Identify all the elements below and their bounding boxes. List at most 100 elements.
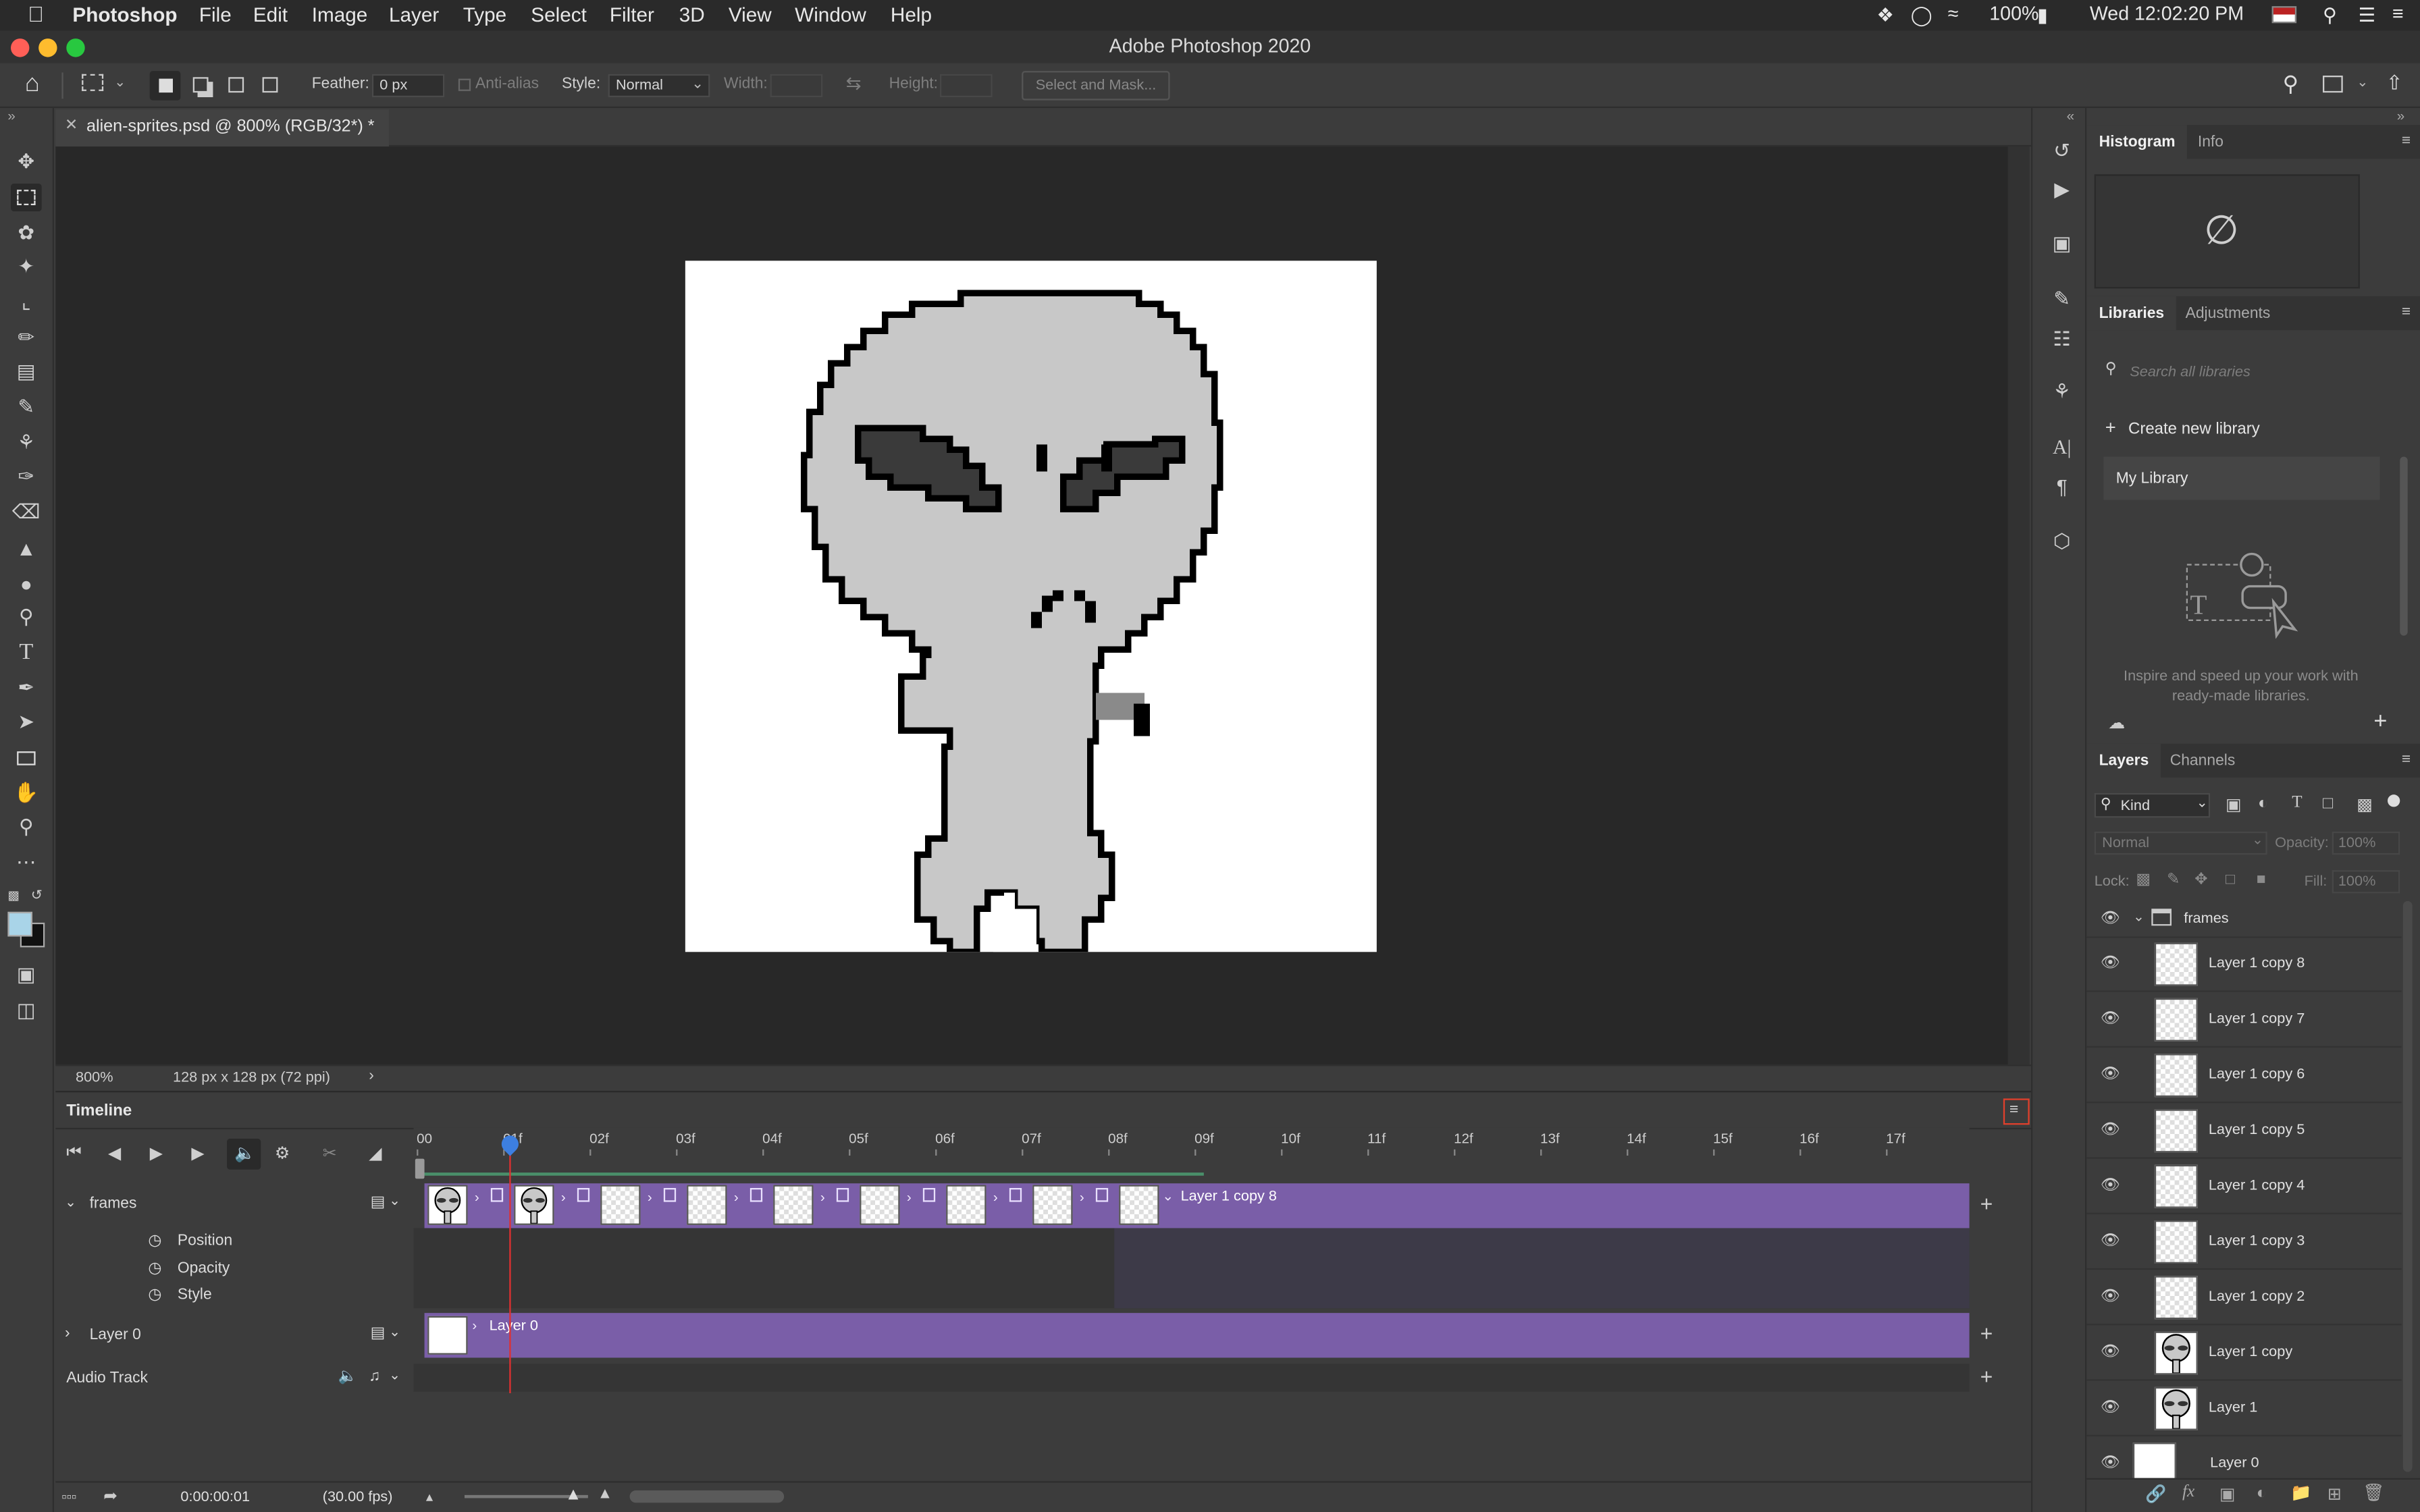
plus-icon[interactable]: + [2105,416,2116,438]
layer-row[interactable]: 👁 Layer 1 [2086,1381,2402,1436]
clip-trim-handle[interactable] [922,1187,936,1202]
render-video-icon[interactable]: ➦ [103,1486,117,1505]
screen-mode-icon[interactable]: ◫ [11,997,42,1025]
magic-wand-tool-icon[interactable]: ✦ [11,253,42,281]
menu-file[interactable]: File [199,3,232,26]
next-frame-icon[interactable]: ▶ [191,1143,204,1163]
clip-transition-chevron-icon[interactable]: › [556,1185,571,1224]
go-to-first-frame-icon[interactable]: ⏮ [66,1143,82,1164]
frame-clip-thumbnail[interactable] [1119,1185,1159,1225]
layer-group-frames[interactable]: 👁 ⌄ frames [2086,901,2402,938]
menu-view[interactable]: View [729,3,772,26]
rectangular-marquee-tool-icon[interactable] [10,183,42,212]
tab-layers[interactable]: Layers [2086,743,2161,778]
layer-row[interactable]: 👁 Layer 1 copy 8 [2086,936,2402,992]
frame-animation-toggle-icon[interactable]: ▫▫▫ [61,1489,76,1505]
music-note-icon[interactable]: ♫ [369,1368,380,1385]
flag-icon[interactable] [2271,6,2297,24]
eye-icon[interactable]: 👁 [2101,1399,2120,1416]
hand-tool-icon[interactable]: ✋ [11,779,42,807]
chevron-down-icon[interactable]: ⌄ [389,1193,400,1210]
blur-tool-icon[interactable]: ● [11,569,42,597]
menu-filter[interactable]: Filter [610,3,654,26]
notification-center-icon[interactable]: ≡ [2392,3,2404,25]
layer-row[interactable]: 👁 Layer 1 copy 7 [2086,992,2402,1048]
foreground-color-swatch[interactable] [7,911,32,937]
frame-clip-thumbnail[interactable] [946,1185,987,1225]
width-input[interactable] [770,73,823,97]
playhead-line[interactable] [509,1143,511,1393]
character-panel-icon[interactable]: A| [2048,435,2076,463]
add-mask-icon[interactable]: ▣ [2219,1484,2236,1504]
lock-transparent-icon[interactable]: ▩ [2136,871,2151,888]
clone-stamp-tool-icon[interactable]: ⚘ [11,429,42,456]
share-icon[interactable]: ⇧ [2386,71,2403,96]
lasso-tool-icon[interactable]: ✿ [11,219,42,247]
clip-trim-handle[interactable] [577,1187,590,1202]
feather-input[interactable]: 0 px [371,73,445,97]
workspace-icon[interactable] [2322,75,2343,93]
opacity-input[interactable]: 100% [2332,831,2400,855]
film-icon[interactable]: ▤ [371,1194,386,1211]
tab-histogram[interactable]: Histogram [2086,125,2188,159]
clip-trim-handle[interactable] [490,1187,504,1202]
collapse-panels-icon[interactable]: » [2397,108,2404,124]
panel-menu-icon[interactable]: ≡ [2402,304,2411,321]
menu-edit[interactable]: Edit [253,3,288,26]
select-and-mask-button[interactable]: Select and Mask... [1022,71,1170,101]
my-library-item[interactable]: My Library [2103,456,2380,500]
rect-marquee-preset-icon[interactable] [82,74,104,91]
filter-smart-object-icon[interactable]: ▩ [2357,794,2373,814]
actions-panel-icon[interactable]: ▶ [2048,178,2076,205]
rectangle-tool-icon[interactable] [11,744,42,772]
clip-transition-chevron-icon[interactable]: › [901,1185,917,1224]
collapse-toolbar-icon[interactable]: » [7,108,15,124]
play-icon[interactable]: ▶ [150,1143,163,1163]
default-colors-icon[interactable]: ▩ [7,889,19,903]
clip-chevron-icon[interactable]: ⌄ [1162,1188,1174,1205]
tab-channels[interactable]: Channels [2157,744,2247,778]
canvas-vertical-scrollbar[interactable] [2007,146,2030,1065]
expand-chevron-icon[interactable]: ⌄ [2133,909,2145,925]
path-selection-tool-icon[interactable]: ➤ [11,708,42,736]
stopwatch-icon[interactable]: ◷ [148,1260,161,1277]
menubar-clock[interactable]: Wed 12:02:20 PM [2090,3,2244,25]
subtract-selection-icon[interactable] [228,77,244,93]
eye-icon[interactable]: 👁 [2101,911,2120,927]
frame-clip-thumbnail[interactable] [514,1185,554,1225]
settings-gear-icon[interactable]: ⚙ [275,1143,290,1163]
control-center-icon[interactable]: ☰ [2359,3,2376,26]
clip-chevron-icon[interactable]: › [472,1318,477,1333]
document-canvas[interactable] [685,261,1377,956]
speaker-icon[interactable]: 🔈 [338,1368,357,1385]
clip-transition-chevron-icon[interactable]: › [642,1185,658,1224]
track-audio[interactable]: Audio Track 🔈 ♫ ⌄ [55,1364,413,1392]
eye-icon[interactable]: 👁 [2101,1233,2120,1249]
layer-row[interactable]: 👁 Layer 1 copy 2 [2086,1270,2402,1326]
menu-3d[interactable]: 3D [679,3,705,26]
add-library-item-button[interactable]: + [2373,708,2387,734]
battery-icon[interactable]: ▮ [2037,3,2048,26]
dodge-tool-icon[interactable]: ⚲ [11,603,42,631]
search-icon[interactable]: ⚲ [2283,71,2298,97]
new-adjustment-layer-icon[interactable]: ◐ [2257,1484,2267,1503]
fill-input[interactable]: 100% [2332,870,2400,894]
new-group-folder-icon[interactable]: 📁 [2290,1483,2311,1503]
frame-clip-thumbnail[interactable] [687,1185,727,1225]
timeline-title[interactable]: Timeline [66,1102,132,1120]
layer-row[interactable]: 👁 Layer 1 copy 3 [2086,1214,2402,1270]
document-tab[interactable]: ✕ alien-sprites.psd @ 800% (RGB/32*) * [55,109,389,147]
height-input[interactable] [939,73,993,97]
spotlight-icon[interactable]: ⚲ [2323,3,2337,26]
menu-image[interactable]: Image [312,3,368,26]
healing-brush-tool-icon[interactable]: ▤ [11,358,42,385]
lock-image-icon[interactable]: ✎ [2167,871,2180,888]
frame-clip-thumbnail[interactable] [600,1185,641,1225]
collapse-dock-icon[interactable]: « [2067,108,2074,124]
stopwatch-icon[interactable]: ◷ [148,1233,161,1249]
clip-trim-handle[interactable] [836,1187,849,1202]
menu-select[interactable]: Select [531,3,587,26]
style-select[interactable]: Normal ⌄ [608,73,710,97]
chevron-down-icon[interactable]: ⌄ [389,1367,400,1384]
paint-bucket-tool-icon[interactable]: ▲ [11,534,42,562]
